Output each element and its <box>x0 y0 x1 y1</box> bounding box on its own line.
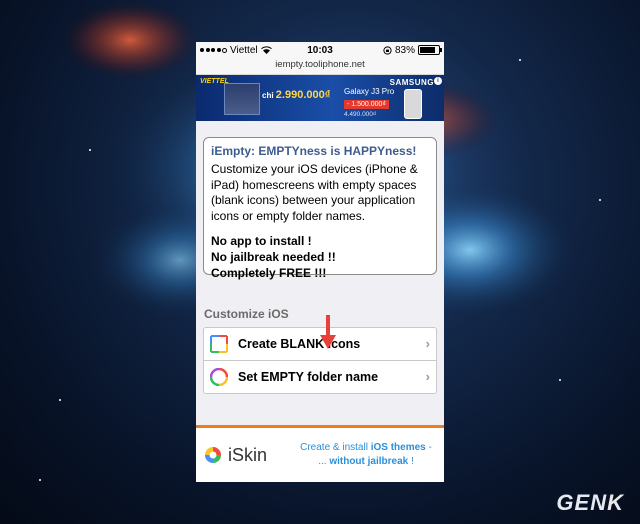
feature-item: No app to install ! <box>211 234 312 248</box>
ad-image <box>224 83 260 115</box>
iskin-tagline[interactable]: Create & install iOS themes - ... withou… <box>296 441 436 469</box>
iskin-logo-text: iSkin <box>228 444 268 465</box>
chevron-right-icon: › <box>425 369 430 384</box>
intro-heading: iEmpty: EMPTYness is HAPPYness! <box>211 144 417 158</box>
feature-list: No app to install ! No jailbreak needed … <box>211 233 429 281</box>
battery-icon <box>418 45 442 55</box>
ad-phone-image <box>404 89 422 119</box>
orientation-lock-icon <box>383 45 392 55</box>
blank-square-icon <box>210 335 228 353</box>
phone-screen: Viettel 10:03 83% iempty.tooliphone.net … <box>196 42 444 482</box>
rainbow-circle-icon <box>210 368 228 386</box>
genk-watermark: GENK <box>556 490 624 515</box>
url-bar[interactable]: iempty.tooliphone.net <box>196 58 444 75</box>
ad-model: Galaxy J3 Pro <box>344 87 395 96</box>
iskin-logo-icon <box>205 447 221 463</box>
feature-item: Completely FREE !!! <box>211 266 327 280</box>
intro-box: iEmpty: EMPTYness is HAPPYness! Customiz… <box>203 137 437 280</box>
ad-discount: - 1.500.000₫ <box>344 100 390 109</box>
chevron-right-icon: › <box>425 336 430 351</box>
red-arrow-annotation <box>320 315 336 349</box>
ad-brand-right: SAMSUNG <box>389 78 434 87</box>
set-empty-folder-label: Set EMPTY folder name <box>238 370 379 384</box>
feature-item: No jailbreak needed !! <box>211 250 336 264</box>
ad-old-price: 4.490.000₫ <box>344 111 377 118</box>
create-blank-icons-label: Create BLANK icons <box>238 337 361 351</box>
main-content: iEmpty: EMPTYness is HAPPYness! Customiz… <box>196 121 444 394</box>
intro-body: Customize your iOS devices (iPhone & iPa… <box>211 162 418 223</box>
set-empty-folder-row[interactable]: Set EMPTY folder name › <box>204 360 436 393</box>
battery-percent: 83% <box>394 44 415 56</box>
info-icon[interactable]: i <box>434 77 442 85</box>
iskin-promo[interactable]: iSkin Create & install iOS themes - ... … <box>196 428 444 482</box>
status-bar: Viettel 10:03 83% <box>196 42 444 58</box>
ad-price: chỉ 2.990.000₫ <box>262 89 331 101</box>
ad-banner[interactable]: VIETTEL chỉ 2.990.000₫ Galaxy J3 Pro - 1… <box>196 75 444 121</box>
